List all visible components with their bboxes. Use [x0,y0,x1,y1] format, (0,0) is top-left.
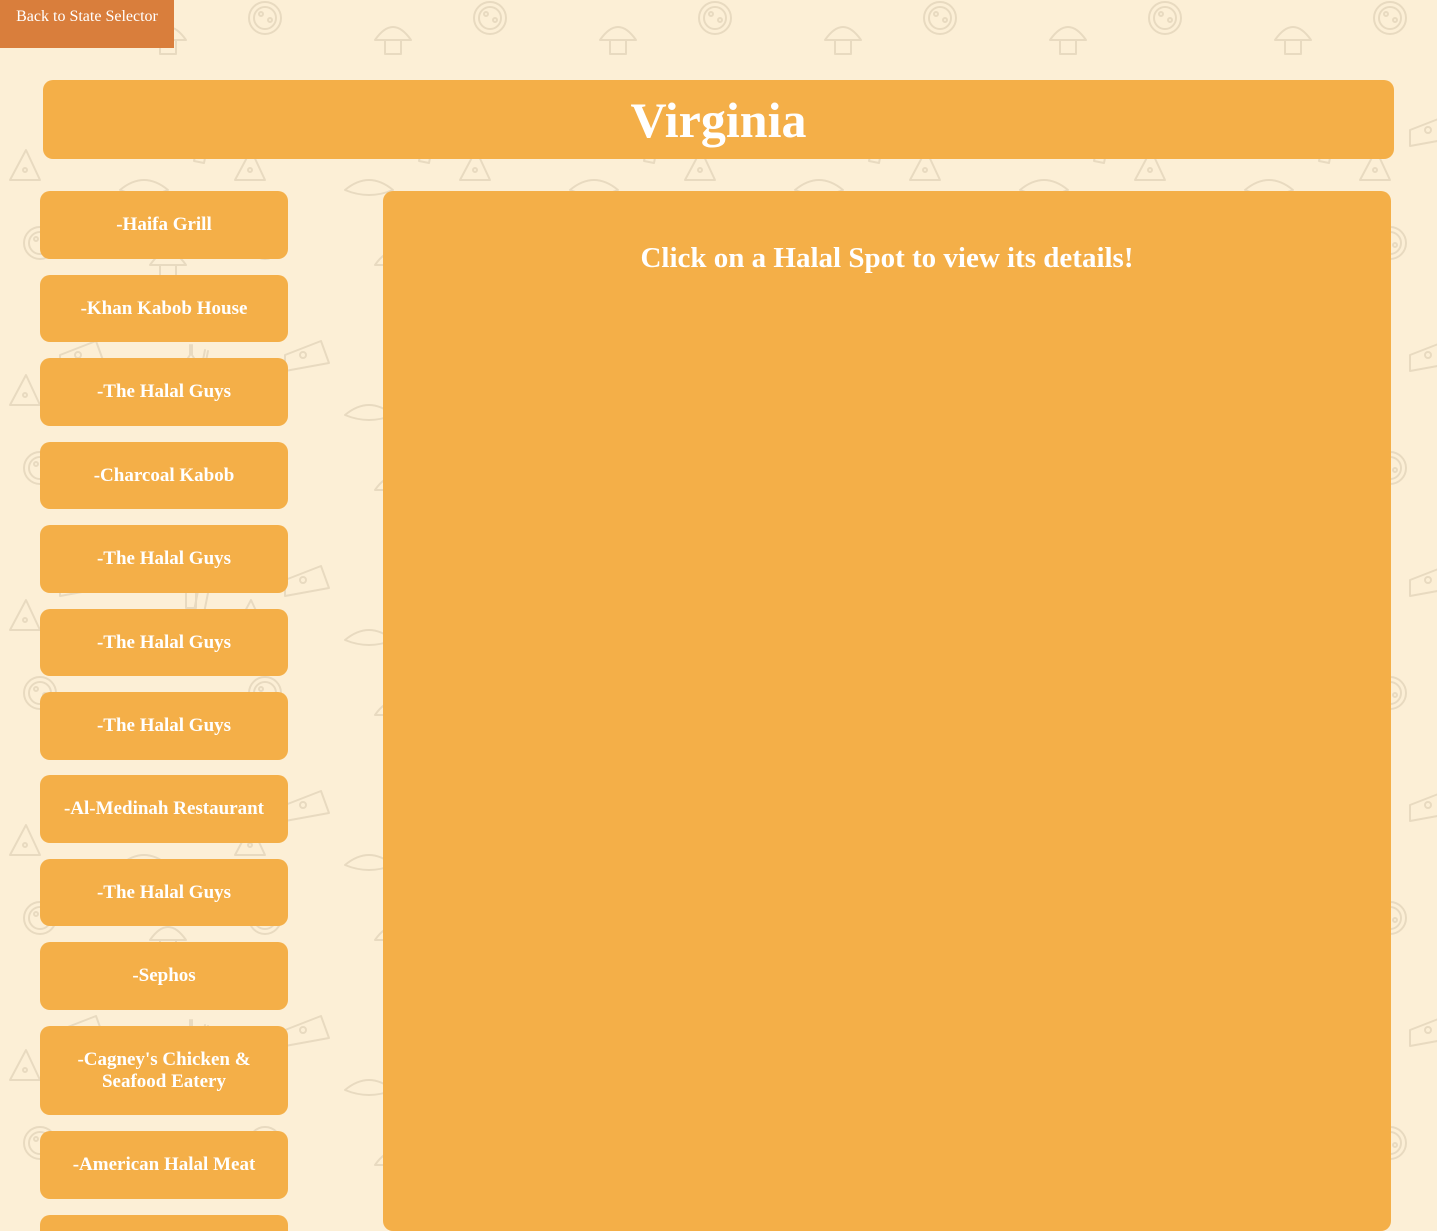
spot-button-the-halal-guys[interactable]: -The Halal Guys [40,358,288,426]
spot-button-the-halal-guys[interactable]: -The Halal Guys [40,859,288,926]
spot-button-american-halal-meat[interactable]: -American Halal Meat [40,1131,288,1199]
spot-button-al-medinah-restaurant[interactable]: -Al-Medinah Restaurant [40,775,288,843]
spot-button-cagneys-chicken-seafood-eatery[interactable]: -Cagney's Chicken & Seafood Eatery [40,1026,288,1115]
spot-button-the-halal-guys[interactable]: -The Halal Guys [40,609,288,676]
spot-button-the-halal-guys[interactable]: -The Halal Guys [40,692,288,760]
state-header: Virginia [43,80,1394,159]
details-prompt: Click on a Halal Spot to view its detail… [640,242,1134,274]
spot-button-the-halal-guys[interactable]: -The Halal Guys [40,525,288,593]
spot-button-khan-kabob-house[interactable]: -Khan Kabob House [40,275,288,342]
spot-button-charcoal-kabob[interactable]: -Charcoal Kabob [40,442,288,509]
spot-details-panel: Click on a Halal Spot to view its detail… [383,191,1391,1231]
spot-button-haifa-grill[interactable]: -Haifa Grill [40,191,288,259]
spot-button-sephos[interactable]: -Sephos [40,942,288,1010]
back-to-state-selector-button[interactable]: Back to State Selector [0,0,174,48]
state-title: Virginia [630,91,807,148]
spot-button-partial[interactable] [40,1215,288,1231]
